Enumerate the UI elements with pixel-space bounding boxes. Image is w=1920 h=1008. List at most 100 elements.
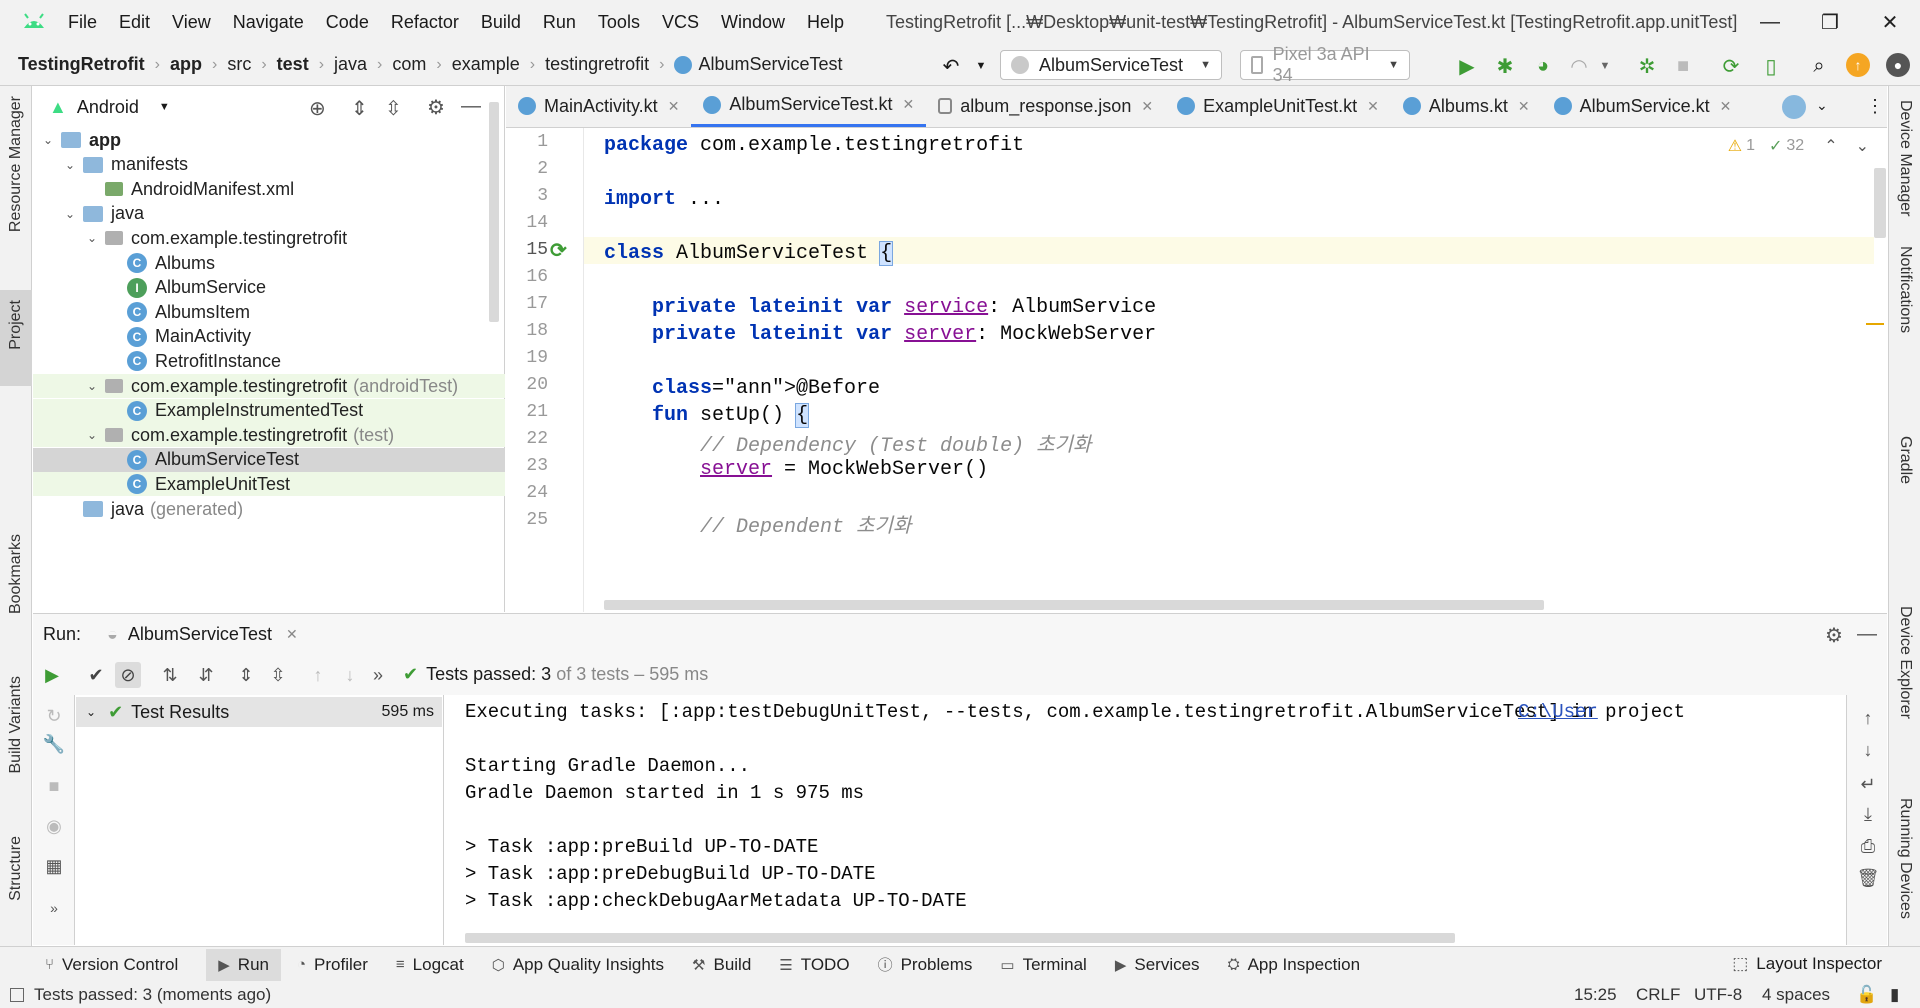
tree-item[interactable]: AndroidManifest.xml — [33, 177, 505, 201]
tool-window-terminal[interactable]: ▭ Terminal — [1000, 955, 1086, 975]
scroll-up-icon[interactable]: ↑ — [1855, 705, 1881, 731]
editor-tab[interactable]: MainActivity.kt ✕ — [506, 85, 691, 127]
menu-edit[interactable]: Edit — [119, 12, 150, 33]
update-icon[interactable]: ↑ — [1846, 53, 1870, 77]
menu-build[interactable]: Build — [481, 12, 521, 33]
show-passed-icon[interactable]: ✔ — [83, 662, 109, 688]
device-select[interactable]: Pixel 3a API 34 ▼ — [1240, 44, 1410, 85]
tree-item[interactable]: ⌄ com.example.testingretrofit (androidTest… — [33, 374, 505, 398]
breadcrumb-item[interactable]: com — [392, 54, 426, 75]
account-icon[interactable]: ● — [1886, 53, 1910, 77]
memory-indicator-icon[interactable]: ▮ — [1890, 985, 1899, 1005]
structure-tab[interactable]: Structure — [7, 836, 25, 901]
sync-gradle-icon[interactable]: ⟳ — [1718, 53, 1744, 79]
breadcrumb-item[interactable]: java — [334, 54, 367, 75]
breadcrumb-item[interactable]: src — [227, 54, 251, 75]
file-encoding[interactable]: UTF-8 — [1694, 985, 1742, 1005]
chevron-down-icon[interactable]: ⌄ — [86, 705, 96, 719]
console-link[interactable]: C:\User — [1518, 701, 1598, 723]
tool-window-app-quality-insights[interactable]: ⬡ App Quality Insights — [492, 955, 664, 975]
attach-debugger-icon[interactable]: ✲ — [1634, 53, 1660, 79]
next-failed-icon[interactable]: ↓ — [337, 662, 363, 688]
gear-icon[interactable]: ⚙ — [427, 95, 445, 120]
breadcrumb-item[interactable]: AlbumServiceTest — [698, 54, 842, 75]
more-icon[interactable]: » — [41, 895, 67, 921]
inspection-widget[interactable]: ⚠ 1 ✓ 32 ⌃ ⌄ — [1728, 136, 1869, 156]
tree-item[interactable]: ⌄ com.example.testingretrofit — [33, 226, 505, 250]
locate-icon[interactable]: ⊕ — [309, 96, 326, 121]
tree-item[interactable]: ⌄ java — [33, 202, 505, 226]
expand-all-icon[interactable]: ⇕ — [351, 96, 368, 121]
editor-tab[interactable]: AlbumService.kt ✕ — [1542, 85, 1744, 127]
bookmarks-tab[interactable]: Bookmarks — [7, 534, 25, 614]
tool-window-build[interactable]: ⚒ Build — [692, 955, 751, 975]
breadcrumb-item[interactable]: TestingRetrofit — [18, 54, 145, 75]
tool-window-app-inspection[interactable]: ⛭ App Inspection — [1228, 955, 1360, 975]
project-tab[interactable]: Project — [7, 300, 25, 350]
scroll-down-icon[interactable]: ↓ — [1855, 737, 1881, 763]
line-separator[interactable]: CRLF — [1636, 985, 1680, 1005]
lock-icon[interactable]: 🔓 — [1856, 985, 1877, 1005]
more-icon[interactable]: » — [365, 662, 391, 688]
layout-icon[interactable]: ▦ — [41, 853, 67, 879]
stop-icon[interactable]: ■ — [41, 773, 67, 799]
breadcrumb-item[interactable]: example — [452, 54, 520, 75]
coverage-icon[interactable]: ◕ — [1530, 53, 1556, 79]
console-output[interactable]: Executing tasks: [:app:testDebugUnitTest… — [445, 695, 1845, 945]
close-icon[interactable]: ✕ — [286, 626, 298, 643]
gradle-tab[interactable]: Gradle — [1896, 436, 1914, 484]
run-icon[interactable]: ▶ — [1454, 53, 1480, 79]
tree-item[interactable]: java (generated) — [33, 497, 505, 521]
editor-tab[interactable]: ExampleUnitTest.kt ✕ — [1165, 85, 1391, 127]
device-explorer-tab[interactable]: Device Explorer — [1896, 606, 1914, 719]
close-icon[interactable]: ✕ — [668, 98, 680, 115]
chevron-down-icon[interactable]: ⌄ — [85, 379, 99, 393]
test-results-root[interactable]: ⌄ ✔ Test Results 595 ms — [76, 697, 442, 727]
close-icon[interactable]: ✕ — [1518, 98, 1530, 115]
menu-view[interactable]: View — [172, 12, 211, 33]
tree-item[interactable]: C AlbumServiceTest — [33, 447, 505, 472]
status-message[interactable]: Tests passed: 3 (moments ago) — [34, 985, 271, 1005]
minimize-button[interactable]: — — [1740, 0, 1800, 44]
eye-icon[interactable]: ◉ — [41, 813, 67, 839]
hide-panel-icon[interactable]: — — [1857, 623, 1877, 646]
indent-setting[interactable]: 4 spaces — [1762, 985, 1830, 1005]
search-icon[interactable]: ⌕ — [1806, 53, 1832, 79]
breadcrumb-item[interactable]: testingretrofit — [545, 54, 649, 75]
menu-code[interactable]: Code — [326, 12, 369, 33]
gear-icon[interactable]: ⚙ — [1825, 623, 1843, 648]
run-test-gutter-icon[interactable]: ⟳ — [550, 238, 567, 263]
menu-vcs[interactable]: VCS — [662, 12, 699, 33]
collapse-all-icon[interactable]: ⇳ — [385, 96, 402, 121]
trash-icon[interactable]: 🗑 — [1855, 865, 1881, 891]
caret-position[interactable]: 15:25 — [1574, 985, 1617, 1005]
stop-icon[interactable]: ■ — [1670, 53, 1696, 79]
scroll-to-end-icon[interactable]: ⤓ — [1855, 801, 1881, 827]
tree-item[interactable]: I AlbumService — [33, 276, 505, 300]
back-arrow-icon[interactable]: ↶ — [938, 53, 964, 79]
warning-marker[interactable] — [1866, 323, 1884, 325]
run-configuration-select[interactable]: AlbumServiceTest ▼ — [1000, 50, 1222, 80]
tree-item[interactable]: C Albums — [33, 251, 505, 275]
menu-refactor[interactable]: Refactor — [391, 12, 459, 33]
tool-window-services[interactable]: ▶ Services — [1115, 955, 1200, 975]
chevron-down-icon[interactable]: ⌄ — [85, 231, 99, 245]
chevron-down-icon[interactable]: ▼ — [1592, 53, 1618, 79]
device-manager-icon[interactable]: ▯ — [1758, 53, 1784, 79]
debug-icon[interactable]: ✱ — [1492, 53, 1518, 79]
toggle-panels-icon[interactable] — [10, 988, 24, 1002]
close-icon[interactable]: ✕ — [902, 96, 914, 113]
breadcrumb-item[interactable]: app — [170, 54, 202, 75]
chevron-down-icon[interactable]: ▼ — [159, 101, 170, 113]
tree-item[interactable]: C RetrofitInstance — [33, 349, 505, 373]
restore-button[interactable]: ❐ — [1800, 0, 1860, 44]
tree-item[interactable]: C MainActivity — [33, 325, 505, 349]
rerun-icon[interactable]: ▶ — [39, 662, 65, 688]
hide-panel-icon[interactable]: — — [461, 95, 481, 118]
breadcrumb-item[interactable]: test — [277, 54, 309, 75]
tool-window-profiler[interactable]: ◔ Profiler — [297, 955, 368, 975]
expand-all-icon[interactable]: ⇕ — [233, 662, 259, 688]
menu-run[interactable]: Run — [543, 12, 576, 33]
code-editor[interactable]: ⚠ 1 ✓ 32 ⌃ ⌄ package com.example.testing… — [584, 128, 1887, 612]
rerun-failed-icon[interactable]: ↻ — [41, 703, 67, 729]
